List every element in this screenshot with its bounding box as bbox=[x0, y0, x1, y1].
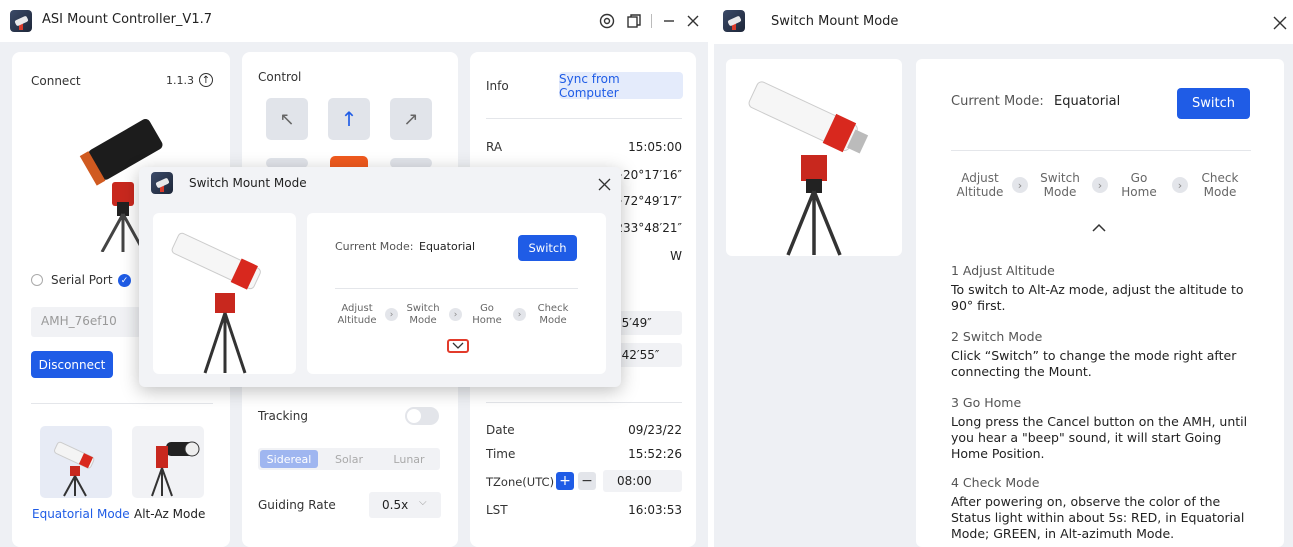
device-field[interactable]: AMH_76ef10 bbox=[31, 307, 141, 337]
bluetooth-radio[interactable]: ✓ bbox=[118, 274, 131, 287]
switch-mode-dialog: Switch Mount Mode Current Mode: Equatori… bbox=[139, 167, 621, 387]
step-adjust-altitude: Adjust Altitude bbox=[337, 303, 377, 326]
app-icon bbox=[10, 10, 32, 32]
date-value: 09/23/22 bbox=[628, 423, 682, 437]
target-icon[interactable] bbox=[597, 11, 617, 31]
chevron-right-icon: › bbox=[385, 308, 398, 321]
date-label: Date bbox=[486, 423, 515, 437]
chevron-right-icon: › bbox=[513, 308, 526, 321]
right-current-mode-label: Current Mode: bbox=[951, 94, 1044, 109]
serial-port-radio[interactable] bbox=[31, 274, 43, 286]
window-mode-icon[interactable] bbox=[624, 11, 644, 31]
tzone-field[interactable]: 08:00 bbox=[603, 470, 682, 492]
right-step-adjust-altitude: Adjust Altitude bbox=[956, 171, 1004, 199]
disconnect-button[interactable]: Disconnect bbox=[31, 351, 113, 378]
upgrade-icon[interactable]: ↑ bbox=[199, 73, 213, 87]
dialog-app-icon bbox=[151, 172, 173, 194]
right-window-title: Switch Mount Mode bbox=[771, 14, 899, 29]
connect-divider bbox=[31, 403, 213, 404]
alt-az-mode-thumb[interactable] bbox=[132, 426, 204, 498]
time-value: 15:52:26 bbox=[628, 447, 682, 461]
expand-steps-button[interactable] bbox=[447, 339, 469, 353]
instruction-2-body: Click “Switch” to change the mode right … bbox=[951, 348, 1237, 379]
chevron-down-icon: ⌵ bbox=[419, 497, 427, 508]
right-title-bar: Switch Mount Mode bbox=[714, 0, 1293, 44]
right-close-icon[interactable] bbox=[1271, 14, 1289, 32]
dialog-mount-image bbox=[153, 213, 296, 374]
equatorial-mode-label[interactable]: Equatorial Mode bbox=[32, 507, 130, 521]
right-step-go-home: Go Home bbox=[1121, 171, 1157, 199]
right-app-icon bbox=[723, 10, 745, 32]
info-divider-2 bbox=[486, 402, 682, 403]
move-northeast-button[interactable]: ↗ bbox=[390, 98, 432, 140]
window-title: ASI Mount Controller_V1.7 bbox=[42, 12, 213, 27]
dialog-close-icon[interactable] bbox=[595, 175, 613, 193]
control-label: Control bbox=[258, 70, 302, 84]
right-current-mode-value: Equatorial bbox=[1054, 94, 1121, 109]
chevron-right-icon: › bbox=[1172, 177, 1188, 193]
switch-button[interactable]: Switch bbox=[518, 235, 577, 261]
step-go-home: Go Home bbox=[472, 303, 502, 326]
step-check-mode: Check Mode bbox=[537, 303, 569, 326]
step-switch-mode: Switch Mode bbox=[406, 303, 440, 326]
chevron-right-icon: › bbox=[1012, 177, 1028, 193]
instruction-4-body: After powering on, observe the color of … bbox=[951, 494, 1245, 541]
ra-value: 15:05:00 bbox=[628, 140, 682, 154]
rate-sidereal[interactable]: Sidereal bbox=[260, 450, 318, 468]
titlebar-divider bbox=[651, 14, 652, 28]
instruction-3-heading: 3 Go Home bbox=[951, 395, 1022, 410]
dialog-content: Current Mode: Equatorial Switch Adjust Al… bbox=[307, 213, 606, 374]
right-step-switch-mode: Switch Mode bbox=[1040, 171, 1080, 199]
title-bar: ASI Mount Controller_V1.7 bbox=[0, 0, 708, 42]
guiding-rate-label: Guiding Rate bbox=[258, 498, 336, 512]
lst-label: LST bbox=[486, 503, 508, 517]
right-step-check-mode: Check Mode bbox=[1201, 171, 1239, 199]
current-mode-value: Equatorial bbox=[419, 240, 476, 253]
version-label: 1.1.3 bbox=[166, 74, 194, 87]
rate-solar[interactable]: Solar bbox=[320, 450, 378, 468]
instruction-3-body: Long press the Cancel button on the AMH,… bbox=[951, 414, 1248, 461]
instruction-4-heading: 4 Check Mode bbox=[951, 475, 1040, 490]
main-window: ASI Mount Controller_V1.7 Connect 1.1.3 … bbox=[0, 0, 708, 547]
right-switch-button[interactable]: Switch bbox=[1177, 88, 1250, 119]
instruction-1-heading: 1 Adjust Altitude bbox=[951, 263, 1055, 278]
tzone-plus-button[interactable]: + bbox=[556, 472, 574, 490]
current-mode-label: Current Mode: bbox=[335, 240, 414, 253]
guiding-rate-value: 0.5x bbox=[382, 498, 409, 512]
move-northwest-button[interactable]: ↖ bbox=[266, 98, 308, 140]
tzone-minus-button[interactable]: − bbox=[578, 472, 596, 490]
tracking-toggle[interactable] bbox=[405, 407, 439, 425]
serial-port-label: Serial Port bbox=[51, 273, 113, 287]
chevron-right-icon: › bbox=[449, 308, 462, 321]
rate-lunar[interactable]: Lunar bbox=[380, 450, 438, 468]
dialog-title: Switch Mount Mode bbox=[189, 176, 307, 190]
instruction-1-body: To switch to Alt-Az mode, adjust the alt… bbox=[951, 282, 1244, 313]
chevron-right-icon: › bbox=[1092, 177, 1108, 193]
right-content: Current Mode: Equatorial Switch Adjust Al… bbox=[916, 59, 1284, 547]
equatorial-mode-thumb[interactable] bbox=[40, 426, 112, 498]
right-divider bbox=[951, 150, 1251, 151]
move-north-button[interactable]: ↑ bbox=[328, 98, 370, 140]
instruction-2-heading: 2 Switch Mode bbox=[951, 329, 1043, 344]
close-icon[interactable] bbox=[683, 11, 703, 31]
guiding-rate-select[interactable]: 0.5x ⌵ bbox=[369, 492, 441, 518]
tzone-label: TZone(UTC) bbox=[486, 475, 555, 489]
minimize-icon[interactable] bbox=[659, 11, 679, 31]
dialog-divider bbox=[335, 288, 578, 289]
right-mount-image bbox=[726, 59, 902, 256]
tracking-rate-group: Sidereal Solar Lunar bbox=[258, 448, 440, 470]
sync-button[interactable]: Sync from Computer bbox=[559, 72, 683, 100]
time-label: Time bbox=[486, 447, 516, 461]
info-divider bbox=[486, 118, 682, 119]
connect-label: Connect bbox=[31, 74, 81, 88]
switch-mode-window: Switch Mount Mode Current Mode: Equatori… bbox=[714, 0, 1293, 547]
ra-label: RA bbox=[486, 140, 503, 154]
chevron-up-icon[interactable] bbox=[1091, 218, 1107, 232]
info-label: Info bbox=[486, 79, 509, 93]
lst-value: 16:03:53 bbox=[628, 503, 682, 517]
alt-az-mode-label[interactable]: Alt-Az Mode bbox=[134, 507, 205, 521]
tracking-label: Tracking bbox=[258, 409, 308, 423]
